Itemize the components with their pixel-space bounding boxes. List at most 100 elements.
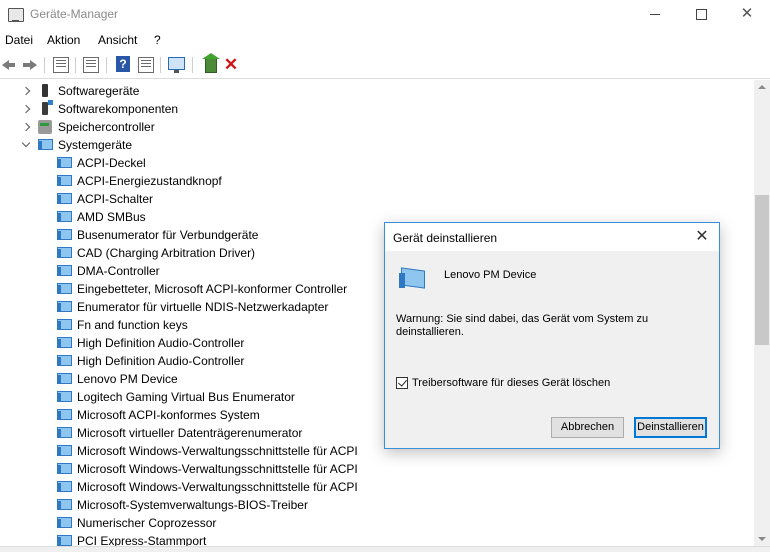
tree-item-device[interactable]: Logitech Gaming Virtual Bus Enumerator bbox=[0, 388, 400, 406]
cancel-button[interactable]: Abbrechen bbox=[551, 417, 624, 438]
system-device-icon bbox=[57, 157, 73, 170]
back-icon[interactable] bbox=[0, 56, 18, 74]
view-icon[interactable] bbox=[83, 57, 99, 73]
window-title: Geräte-Manager bbox=[30, 7, 119, 21]
device-label: Microsoft Windows-Verwaltungsschnittstel… bbox=[77, 462, 358, 476]
tree-item-device[interactable]: High Definition Audio-Controller bbox=[0, 334, 400, 352]
dialog-warning-text: Warnung: Sie sind dabei, das Gerät vom S… bbox=[396, 313, 649, 338]
tree-item-device[interactable]: PCI Express-Stammport bbox=[0, 532, 400, 546]
tree-category-softwaregeraete[interactable]: Softwaregeräte bbox=[0, 82, 400, 100]
scroll-up-icon[interactable] bbox=[758, 85, 766, 89]
delete-driver-checkbox-label[interactable]: Treibersoftware für dieses Gerät löschen bbox=[412, 377, 610, 389]
system-device-icon bbox=[57, 481, 73, 494]
tree-category-systemgeraete[interactable]: Systemgeräte bbox=[0, 136, 400, 154]
device-label: Enumerator für virtuelle NDIS-Netzwerkad… bbox=[77, 300, 329, 314]
system-device-icon bbox=[399, 269, 425, 291]
tree-category-label: Softwaregeräte bbox=[58, 84, 140, 98]
tree-item-device[interactable]: Enumerator für virtuelle NDIS-Netzwerkad… bbox=[0, 298, 400, 316]
chevron-right-icon[interactable] bbox=[18, 118, 34, 136]
menu-bar: Datei Aktion Ansicht ? bbox=[0, 30, 770, 50]
close-button[interactable]: ✕ bbox=[724, 0, 770, 28]
device-label: Busenumerator für Verbundgeräte bbox=[77, 228, 259, 242]
help-icon[interactable]: ? bbox=[116, 56, 130, 72]
tree-item-device[interactable]: ACPI-Deckel bbox=[0, 154, 400, 172]
scrollbar-thumb[interactable] bbox=[755, 195, 769, 345]
system-device-icon bbox=[57, 319, 73, 332]
scan-hardware-icon[interactable] bbox=[168, 57, 185, 73]
chevron-down-icon[interactable] bbox=[18, 136, 34, 154]
menu-help[interactable]: ? bbox=[154, 33, 161, 47]
system-device-icon bbox=[57, 499, 73, 512]
chevron-right-icon[interactable] bbox=[18, 100, 34, 118]
device-label: Lenovo PM Device bbox=[77, 372, 178, 386]
view-list-icon[interactable] bbox=[138, 57, 154, 73]
menu-datei[interactable]: Datei bbox=[5, 33, 33, 47]
system-device-icon bbox=[57, 391, 73, 404]
device-label: Fn and function keys bbox=[77, 318, 188, 332]
system-device-icon bbox=[57, 247, 73, 260]
device-label: Logitech Gaming Virtual Bus Enumerator bbox=[77, 390, 295, 404]
uninstall-button[interactable]: Deinstallieren bbox=[634, 417, 707, 438]
device-label: Microsoft Windows-Verwaltungsschnittstel… bbox=[77, 444, 358, 458]
tree-item-device[interactable]: Microsoft-Systemverwaltungs-BIOS-Treiber bbox=[0, 496, 400, 514]
tree-item-device[interactable]: Eingebetteter, Microsoft ACPI-konformer … bbox=[0, 280, 400, 298]
tree-item-device[interactable]: Microsoft ACPI-konformes System bbox=[0, 406, 400, 424]
system-device-icon bbox=[57, 373, 73, 386]
forward-icon[interactable] bbox=[21, 56, 39, 74]
dialog-close-button[interactable]: ✕ bbox=[691, 226, 713, 248]
chevron-right-icon[interactable] bbox=[18, 82, 34, 100]
delete-driver-checkbox[interactable] bbox=[396, 377, 408, 389]
system-device-icon bbox=[57, 517, 73, 530]
tree-item-device[interactable]: ACPI-Energiezustandknopf bbox=[0, 172, 400, 190]
menu-aktion[interactable]: Aktion bbox=[47, 33, 80, 47]
tree-item-device[interactable]: Microsoft Windows-Verwaltungsschnittstel… bbox=[0, 442, 400, 460]
tree-category-label: Speichercontroller bbox=[58, 120, 155, 134]
vertical-scrollbar[interactable] bbox=[754, 80, 770, 546]
tree-item-device[interactable]: CAD (Charging Arbitration Driver) bbox=[0, 244, 400, 262]
tree-item-device[interactable]: Microsoft Windows-Verwaltungsschnittstel… bbox=[0, 460, 400, 478]
system-device-icon bbox=[57, 337, 73, 350]
device-label: Microsoft Windows-Verwaltungsschnittstel… bbox=[77, 480, 358, 494]
system-device-icon bbox=[57, 193, 73, 206]
toolbar: ? ✕ bbox=[0, 52, 770, 79]
tree-item-device[interactable]: Microsoft Windows-Verwaltungsschnittstel… bbox=[0, 478, 400, 496]
tree-category-softwarekomponenten[interactable]: Softwarekomponenten bbox=[0, 100, 400, 118]
device-label: Eingebetteter, Microsoft ACPI-konformer … bbox=[77, 282, 348, 296]
minimize-button[interactable] bbox=[632, 0, 678, 28]
tree-category-speichercontroller[interactable]: Speichercontroller bbox=[0, 118, 400, 136]
tree-item-device[interactable]: High Definition Audio-Controller bbox=[0, 352, 400, 370]
menu-ansicht[interactable]: Ansicht bbox=[98, 33, 137, 47]
system-device-icon bbox=[57, 427, 73, 440]
system-device-icon bbox=[57, 463, 73, 476]
tree-category-label: Softwarekomponenten bbox=[58, 102, 179, 116]
device-label: ACPI-Schalter bbox=[77, 192, 154, 206]
system-device-icon bbox=[57, 283, 73, 296]
update-driver-icon[interactable] bbox=[202, 53, 220, 73]
properties-icon[interactable] bbox=[53, 57, 69, 73]
device-label: High Definition Audio-Controller bbox=[77, 354, 245, 368]
scroll-down-icon[interactable] bbox=[758, 537, 766, 541]
software-component-icon bbox=[42, 100, 53, 115]
tree-item-device[interactable]: Fn and function keys bbox=[0, 316, 400, 334]
toolbar-separator bbox=[192, 57, 193, 73]
uninstall-icon[interactable]: ✕ bbox=[222, 56, 240, 74]
maximize-button[interactable] bbox=[678, 0, 724, 28]
title-bar: Geräte-Manager ✕ bbox=[0, 0, 770, 28]
tree-item-device[interactable]: Microsoft virtueller Datenträgerenumerat… bbox=[0, 424, 400, 442]
system-device-icon bbox=[57, 445, 73, 458]
tree-item-device[interactable]: DMA-Controller bbox=[0, 262, 400, 280]
tree-item-device[interactable]: AMD SMBus bbox=[0, 208, 400, 226]
dialog-title-bar: Gerät deinstallieren ✕ bbox=[385, 223, 719, 251]
tree-item-device[interactable]: ACPI-Schalter bbox=[0, 190, 400, 208]
tree-item-device[interactable]: Lenovo PM Device bbox=[0, 370, 400, 388]
minimize-icon bbox=[650, 14, 660, 16]
uninstall-device-dialog: Gerät deinstallieren ✕ Lenovo PM Device … bbox=[384, 222, 720, 449]
toolbar-separator bbox=[44, 57, 45, 73]
device-label: PCI Express-Stammport bbox=[77, 534, 207, 546]
dialog-device-name: Lenovo PM Device bbox=[444, 269, 537, 281]
toolbar-separator bbox=[106, 57, 107, 73]
device-label: DMA-Controller bbox=[77, 264, 160, 278]
tree-item-device[interactable]: Busenumerator für Verbundgeräte bbox=[0, 226, 400, 244]
tree-item-device[interactable]: Numerischer Coprozessor bbox=[0, 514, 400, 532]
system-device-icon bbox=[57, 535, 73, 546]
